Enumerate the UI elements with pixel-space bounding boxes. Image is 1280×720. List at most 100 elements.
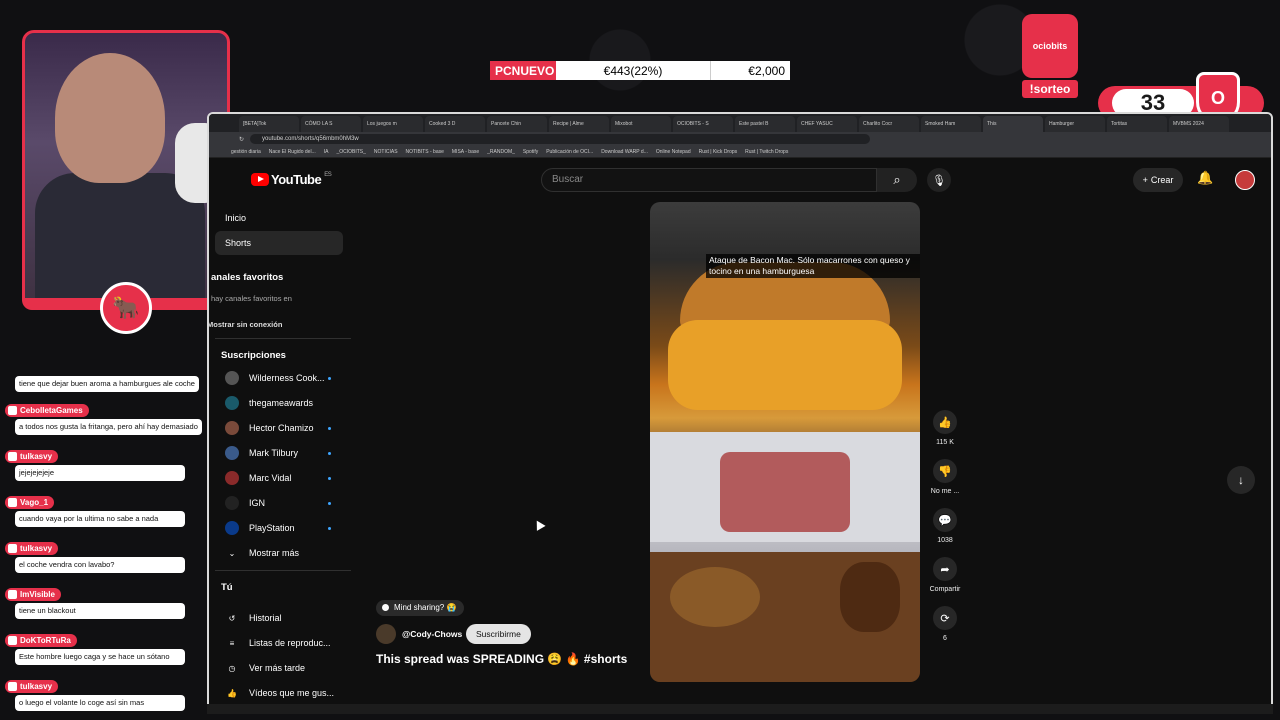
channel-link[interactable]: @Cody-Chows [376, 624, 462, 644]
subscribe-button[interactable]: Suscribirme [466, 624, 531, 644]
offline-link[interactable]: Mostrar sin conexión [209, 320, 282, 329]
mind-sharing-chip[interactable]: Mind sharing? 😭 [376, 600, 465, 616]
dislike-action[interactable]: 👎 No me ... [927, 459, 963, 495]
plus-icon: + [1142, 175, 1148, 185]
browser-tab[interactable]: Hamburger [1045, 116, 1105, 132]
thumbs-up-icon: 👍 [227, 688, 237, 698]
sidebar-item-subscription[interactable]: Wilderness Cook... [215, 366, 343, 390]
bookmark[interactable]: gestión diaria [231, 149, 261, 155]
sidebar-item-subscription[interactable]: Mark Tilbury [215, 441, 343, 465]
sidebar-item-inicio[interactable]: Inicio [215, 206, 343, 230]
favorites-heading[interactable]: anales favoritos [211, 272, 283, 283]
address-bar[interactable]: youtube.com/shorts/q56mbm0hM3w [250, 134, 871, 144]
create-button[interactable]: + Crear [1133, 168, 1183, 192]
browser-tab[interactable]: Pancete Chin [487, 116, 547, 132]
chat-message: Vago_1 cuando vaya por la ultima no sabe… [5, 496, 185, 527]
browser-tab[interactable]: OCIOBITS - S [673, 116, 733, 132]
bookmark[interactable]: _OCIOBITS_ [336, 149, 365, 155]
browser-tab[interactable]: Smoked Ham [921, 116, 981, 132]
twitch-badge-icon [8, 498, 17, 507]
you-heading[interactable]: Tú [221, 582, 233, 593]
sidebar-item-liked[interactable]: 👍 Vídeos que me gus... [215, 681, 343, 705]
bookmark[interactable]: NOTIBITS - base [406, 149, 444, 155]
new-content-dot [328, 526, 331, 530]
chat-user: tulkasvy [5, 450, 59, 463]
thumbs-down-icon: 👎 [933, 459, 957, 483]
browser-tab[interactable]: MVBMS 2024 [1169, 116, 1229, 132]
new-content-dot [328, 376, 331, 380]
chat-text: el coche vendra con lavabo? [15, 557, 185, 573]
bookmark[interactable]: IA [324, 149, 329, 155]
sidebar-item-subscription[interactable]: PlayStation [215, 516, 343, 540]
donation-amount: €443(22%) [556, 61, 710, 80]
sorteo-top-label: ociobits [1032, 41, 1068, 51]
mic-icon[interactable]: 🎙 [927, 168, 951, 192]
chat-message: tulkasvy el coche vendra con lavabo? [5, 542, 185, 573]
channel-avatar [225, 446, 239, 460]
browser-tab[interactable]: Cooked 3 D [425, 116, 485, 132]
like-action[interactable]: 👍 115 K [927, 410, 963, 446]
subscriptions-heading[interactable]: Suscripciones [221, 350, 286, 361]
sidebar-item-watch-later[interactable]: ◷ Ver más tarde [215, 656, 343, 680]
twitch-badge-icon [8, 590, 17, 599]
twitch-badge-icon [8, 682, 17, 691]
sorteo-label: !sorteo [1022, 80, 1078, 98]
bookmark[interactable]: Publicación de OCI... [546, 149, 593, 155]
show-more-button[interactable]: ⌄ Mostrar más [215, 541, 343, 565]
reload-icon[interactable]: ↻ [239, 136, 244, 143]
comment-icon: 💬 [933, 508, 957, 532]
bookmark[interactable]: _RANDOM_ [487, 149, 515, 155]
remix-action[interactable]: ⟳ 6 [927, 606, 963, 642]
bookmark[interactable]: Download WARP d... [601, 149, 648, 155]
browser-tab[interactable]: Mixobot [611, 116, 671, 132]
sidebar-item-subscription[interactable]: IGN [215, 491, 343, 515]
share-action[interactable]: ➦ Compartir [927, 557, 963, 593]
search-icon[interactable]: ⌕ [877, 168, 917, 192]
browser-tab[interactable]: Este pastel B [735, 116, 795, 132]
address-row: ↻ youtube.com/shorts/q56mbm0hM3w [209, 132, 1271, 146]
clock-icon: ◷ [228, 663, 236, 673]
sidebar-item-shorts[interactable]: Shorts [215, 231, 343, 255]
bookmark[interactable]: MISA - base [452, 149, 479, 155]
browser-tab[interactable]: Recipe | Alme [549, 116, 609, 132]
comment-count: 1038 [937, 537, 953, 544]
bookmark[interactable]: Online Notepad [656, 149, 691, 155]
chat-user: DoKToRTuRa [5, 634, 77, 647]
youtube-logo[interactable]: YouTube ES [251, 172, 332, 187]
browser-tab[interactable]: Tortitas [1107, 116, 1167, 132]
new-content-dot [328, 426, 331, 430]
sidebar-item-playlists[interactable]: ≡ Listas de reproduc... [215, 631, 343, 655]
browser-tab[interactable]: Los juegos m [363, 116, 423, 132]
short-video-player[interactable]: Ataque de Bacon Mac. Sólo macarrones con… [650, 202, 920, 682]
browser-tab[interactable]: CHEF YASUC [797, 116, 857, 132]
twitch-badge-icon [8, 452, 17, 461]
sidebar-item-subscription[interactable]: Marc Vidal [215, 466, 343, 490]
sidebar-item-history[interactable]: ↺ Historial [215, 606, 343, 630]
browser-tab-active[interactable]: This [983, 116, 1043, 132]
chat-message: tiene que dejar buen aroma a hamburgues … [5, 374, 199, 392]
channel-avatar [225, 521, 239, 535]
comments-action[interactable]: 💬 1038 [927, 508, 963, 544]
bookmark[interactable]: Rust | Twitch Drops [745, 149, 788, 155]
avatar[interactable] [1235, 170, 1255, 190]
sidebar: Inicio Shorts anales favoritos hay canal… [209, 204, 355, 712]
channel-avatar [225, 396, 239, 410]
bookmark[interactable]: Rust | Kick Drops [699, 149, 738, 155]
sidebar-item-subscription[interactable]: Hector Chamizo [215, 416, 343, 440]
bell-icon[interactable]: 🔔 [1197, 170, 1213, 186]
bookmark[interactable]: Spotify [523, 149, 538, 155]
sidebar-item-subscription[interactable]: thegameawards [215, 391, 343, 415]
tab-strip: [BETA]Tok CÓMO LA S Los juegos m Cooked … [209, 114, 1271, 132]
bookmark[interactable]: Nace El Rugido del... [269, 149, 316, 155]
chat-user: Vago_1 [5, 496, 55, 509]
browser-tab[interactable]: Charlito Cocr [859, 116, 919, 132]
browser-tab[interactable]: CÓMO LA S [301, 116, 361, 132]
bookmark[interactable]: NOTICIAS [374, 149, 398, 155]
chat-text: jejejejejeje [15, 465, 185, 481]
new-content-dot [328, 451, 331, 455]
chat-user: tulkasvy [5, 680, 59, 693]
search-input[interactable]: Buscar [541, 168, 877, 192]
browser-tab[interactable]: [BETA]Tok [239, 116, 299, 132]
next-short-arrow-icon[interactable]: ↓ [1227, 466, 1255, 494]
youtube-header: YouTube ES Buscar ⌕ 🎙 + Crear 🔔 [209, 160, 1271, 200]
